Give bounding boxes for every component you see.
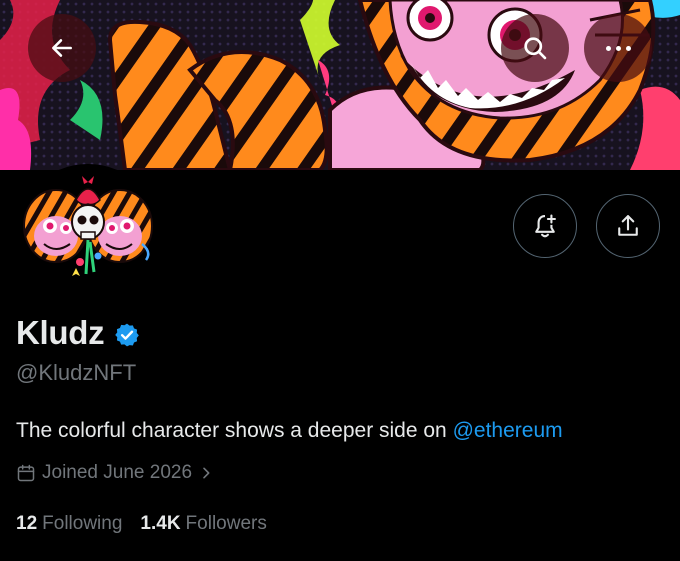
bell-plus-icon — [535, 214, 556, 238]
search-icon — [524, 37, 547, 60]
calendar-icon — [17, 464, 35, 482]
bio-mention-link[interactable]: @ethereum — [453, 419, 563, 442]
arrow-left-icon — [52, 39, 72, 57]
joined-date-row[interactable]: Joined June 2026 — [16, 462, 214, 484]
avatar-image — [23, 176, 153, 276]
more-horizontal-icon — [605, 45, 631, 51]
search-button[interactable] — [501, 14, 569, 82]
profile-handle: @KludzNFT — [16, 360, 137, 385]
avatar[interactable] — [14, 164, 162, 312]
following-count: 12 — [16, 513, 38, 534]
share-button[interactable] — [596, 194, 660, 258]
follow-stats: 12 Following 1.4K Followers — [16, 513, 267, 535]
profile-bio: The colorful character shows a deeper si… — [16, 419, 563, 443]
following-label: Following — [42, 513, 123, 534]
chevron-right-icon — [203, 467, 210, 479]
verified-badge-icon[interactable] — [114, 322, 140, 348]
following-stat-link[interactable]: 12 Following — [16, 513, 122, 535]
more-options-button[interactable] — [584, 14, 652, 82]
banner-artwork — [0, 0, 680, 170]
followers-stat-link[interactable]: 1.4K Followers — [140, 513, 266, 535]
back-button[interactable] — [28, 14, 96, 82]
joined-date-text: Joined June 2026 — [42, 462, 193, 483]
followers-label: Followers — [185, 513, 267, 534]
notifications-button[interactable] — [513, 194, 577, 258]
profile-banner[interactable] — [0, 0, 680, 170]
bio-text: The colorful character shows a deeper si… — [16, 419, 453, 442]
display-name: Kludz — [16, 314, 105, 351]
followers-count: 1.4K — [140, 513, 181, 534]
profile-name-row: Kludz — [16, 314, 140, 352]
share-upload-icon — [618, 215, 638, 236]
